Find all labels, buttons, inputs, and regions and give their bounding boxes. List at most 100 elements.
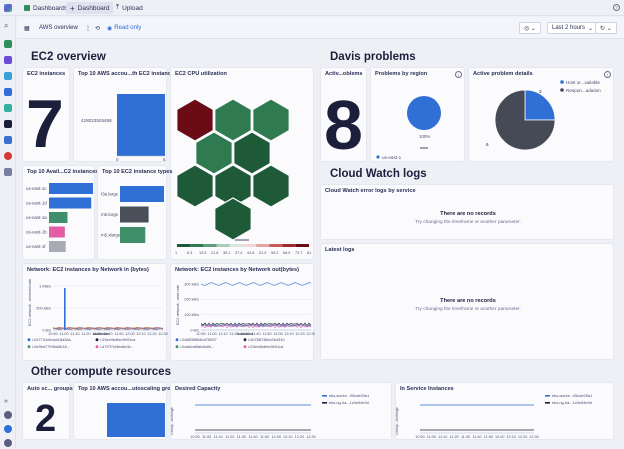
tile-top-instance-types[interactable]: Top 10 EC2 instance types t3a.large m5.la… xyxy=(97,165,172,260)
legend-tick-4: 30.1 xyxy=(223,251,230,255)
rail-item-hub[interactable] xyxy=(4,56,12,64)
x-tick-6: 11:50 xyxy=(114,332,123,336)
cpu-legend: 1 6.3 15.5 21.8 30.1 37.4 44.6 51.9 59.2 66.5 73.7… xyxy=(175,244,311,255)
legend-swatch-1 xyxy=(190,244,204,247)
tile-problems-by-region[interactable]: Problems by region i 100% us-east-1 xyxy=(370,67,465,162)
legend-tick-6: 44.6 xyxy=(247,251,254,255)
upload-icon: ⤒ xyxy=(116,4,120,11)
rail-item-security[interactable] xyxy=(4,136,12,144)
x-tick-6: 11:50 xyxy=(260,435,269,439)
legend-tick-8: 59.2 xyxy=(271,251,278,255)
app-logo-icon[interactable] xyxy=(4,4,12,12)
pie-slice-us-east-1 xyxy=(407,96,441,130)
x-tick-10: 12:30 xyxy=(529,435,539,439)
rail-item-infra[interactable] xyxy=(4,72,12,80)
timeframe-label: Last 2 hours xyxy=(552,25,586,31)
tile-problem-details[interactable]: Active problem details i 2 6 Host or...v… xyxy=(468,67,614,162)
cpu-hex-3 xyxy=(195,131,233,175)
x-tick-8: 12:10 xyxy=(136,332,146,336)
tile-top-az[interactable]: Top 10 Avail...C2 instances us-east-1c us… xyxy=(22,165,98,260)
segment-selector[interactable]: ◎ ⌄ xyxy=(519,22,541,34)
legend-swatch-0 xyxy=(322,395,327,397)
tile-active-problems[interactable]: Activ...oblems 8 xyxy=(320,67,367,162)
x-tick-5: 11:40 xyxy=(248,435,257,439)
tile-ec2-instances[interactable]: EC2 instances 7 xyxy=(22,67,70,162)
legend-swatch-7 xyxy=(269,244,283,247)
help-icon[interactable]: ? xyxy=(613,4,620,11)
x-tick-0: 10:50 xyxy=(196,332,206,336)
legend-tick-11: 81 xyxy=(307,251,311,255)
rail-item-problems[interactable] xyxy=(4,152,12,160)
tile-network-in[interactable]: Network: EC2 instances by Network in (by… xyxy=(22,263,168,361)
x-tick-2: 11:10 xyxy=(214,435,223,439)
legend-swatch-1 xyxy=(545,402,550,404)
x-tick-10: 12:30 xyxy=(306,332,315,336)
tab-upload-label: Upload xyxy=(122,4,143,12)
x-tick-8: 12:10 xyxy=(284,332,294,336)
active-problems-value: 8 xyxy=(324,86,363,164)
tab-apps[interactable]: Dashboards xyxy=(20,2,72,14)
x-tick-7: 12:00 xyxy=(125,332,135,336)
rail-item-help[interactable] xyxy=(4,411,12,419)
rail-item-terminal[interactable] xyxy=(4,120,12,128)
bar-0 xyxy=(49,183,93,194)
eye-icon: ◉ xyxy=(107,25,113,32)
tile-latest-logs[interactable]: Latest logs There are no records Try cha… xyxy=(320,243,614,360)
rail-item-settings[interactable] xyxy=(4,168,12,176)
section-ec2-overview: EC2 overview xyxy=(31,51,106,63)
timeframe-selector[interactable]: Last 2 hours ⌄ xyxy=(547,22,599,34)
tab-dashboard[interactable]: + Dashboard xyxy=(66,2,114,14)
dashboard-title[interactable]: AWS overview xyxy=(35,22,82,34)
cpu-hex-0 xyxy=(176,98,214,142)
x-tick-7: 12:00 xyxy=(273,332,283,336)
y-tick-1: 500 kB/s xyxy=(36,306,51,310)
tile-autoscaling-groups[interactable]: Auto sc... groups 2 xyxy=(22,382,73,440)
tile-title: Auto sc... groups xyxy=(27,386,73,392)
cpu-hex-8 xyxy=(214,197,252,241)
x-tick-7: 12:00 xyxy=(271,435,281,439)
rail-item-apps[interactable] xyxy=(4,40,12,48)
tile-desired-capacity[interactable]: Desired Capacity Group...Average 10:50 11:… xyxy=(170,382,392,440)
x-tick-0: 10:50 xyxy=(190,435,200,439)
legend-tick-3: 21.8 xyxy=(211,251,218,255)
expand-icon[interactable]: » xyxy=(4,398,8,405)
cpu-hex-7 xyxy=(252,164,290,208)
cpu-hex-1 xyxy=(214,98,252,142)
tab-upload[interactable]: ⤒ Upload xyxy=(112,2,147,14)
legend-swatch-3 xyxy=(95,345,99,349)
legend-swatch-2 xyxy=(203,244,217,247)
x-tick-6: 11:50 xyxy=(484,435,493,439)
rail-item-services[interactable] xyxy=(4,88,12,96)
tile-title: Cloud Watch error logs by service xyxy=(325,188,416,194)
cpu-hex-5 xyxy=(176,164,214,208)
tile-network-out[interactable]: Network: EC2 instances by Network out(by… xyxy=(170,263,315,361)
rail-item-logs[interactable] xyxy=(4,104,12,112)
x-tick-3: 11:20 xyxy=(225,435,234,439)
legend-label-3: i-d7f7f7cf4ba6e3c... xyxy=(100,344,134,349)
tile-cpu-utilization[interactable]: EC2 CPU utilization 1 6.3 15.5 21.8 30.1 37.4… xyxy=(170,67,314,260)
x-tick-0: 0 xyxy=(116,157,119,162)
x-tick-4: 11:30 xyxy=(237,435,246,439)
tab-apps-label: Dashboards xyxy=(33,4,69,12)
rail-item-notifications[interactable] xyxy=(4,425,12,433)
tile-in-service[interactable]: In Service Instances Group...Average 10:5… xyxy=(395,382,614,440)
tile-top-autoscaling[interactable]: Top 10 AWS accou...utoscaling groups xyxy=(73,382,181,440)
user-avatar[interactable] xyxy=(4,439,12,447)
tile-top-accounts[interactable]: Top 10 AWS accou...th EC2 instances 4280… xyxy=(73,67,177,162)
search-icon[interactable]: ⌕ xyxy=(4,21,8,31)
legend-label-1: i-03ee0bdfec9b91ca xyxy=(100,337,136,342)
sidebar-toggle-icon[interactable]: ▦ xyxy=(20,22,34,34)
legend-swatch-8 xyxy=(282,244,296,247)
x-tick-3: 11:20 xyxy=(450,435,459,439)
bar-label-2: us-east-1a xyxy=(26,215,47,220)
empty-state-title: There are no records xyxy=(440,211,496,217)
tile-cloudwatch-errors[interactable]: Cloud Watch error logs by service There … xyxy=(320,184,614,240)
legend-swatch-0 xyxy=(27,338,31,342)
legend-tick-2: 15.5 xyxy=(199,251,206,255)
refresh-button[interactable]: ↻ ⌄ xyxy=(595,22,617,34)
x-tick-9: 12:20 xyxy=(147,332,157,336)
dashboard-toolbar: ▦ AWS overview ⋮ ⟲ ◉ Read only ◎ ⌄ Last … xyxy=(17,17,624,39)
bar-label-0: us-east-1c xyxy=(26,186,47,191)
bar-label-2: m5.xlarge xyxy=(101,233,121,238)
bar-0 xyxy=(120,186,164,202)
